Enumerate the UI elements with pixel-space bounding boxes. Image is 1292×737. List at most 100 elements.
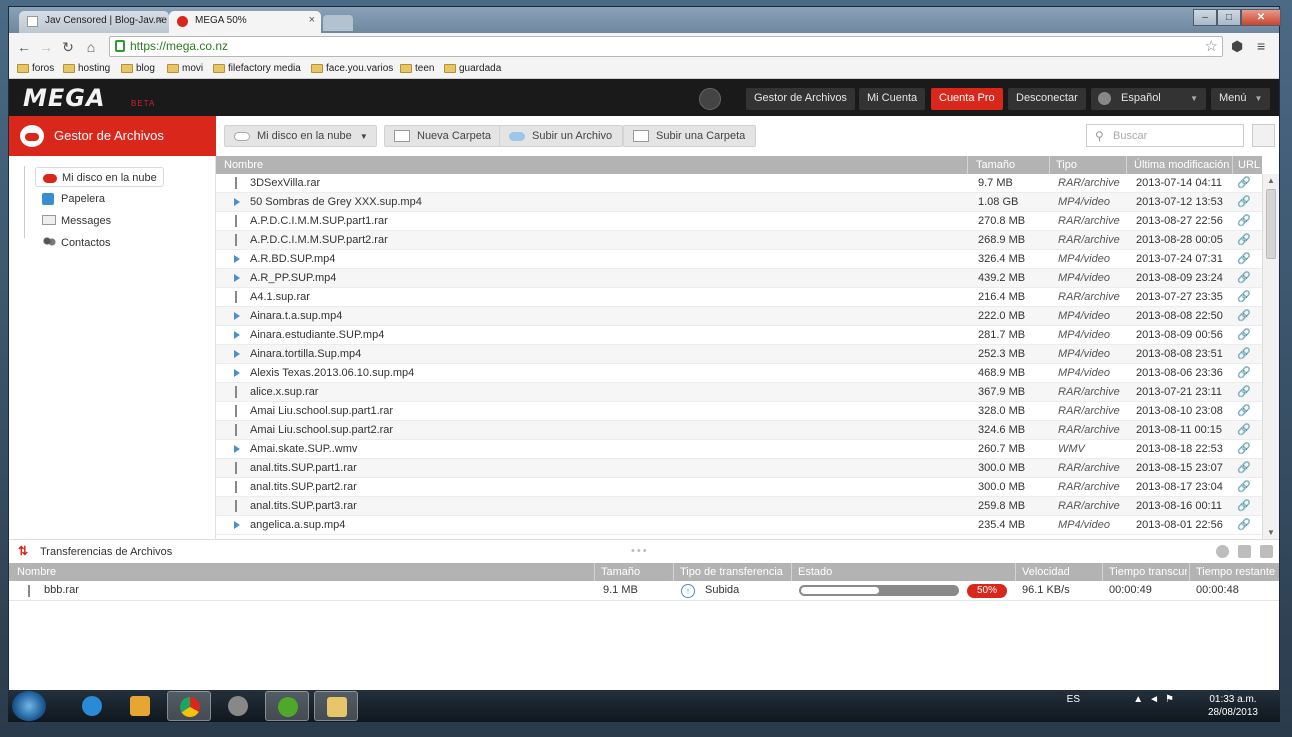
clock[interactable]: 01:33 a.m. 28/08/2013 <box>1208 693 1258 719</box>
mega-logo[interactable]: MEGA <box>23 84 106 112</box>
bookmark-movi[interactable]: movi <box>165 63 203 74</box>
file-row[interactable]: 3DSexVilla.rar 9.7 MB RAR/archive 2013-07-1… <box>216 174 1262 193</box>
column-type[interactable]: Tipo <box>1056 159 1077 171</box>
bookmark-foros[interactable]: foros <box>15 63 54 74</box>
settings-gear-icon[interactable] <box>1238 545 1251 558</box>
file-manager-button[interactable]: Gestor de Archivos <box>746 88 855 110</box>
link-icon[interactable]: 🔗 <box>1237 442 1251 455</box>
extension-icon[interactable]: ⬢ <box>1231 38 1243 55</box>
sidebar-item-contacts[interactable]: Contactos <box>35 233 117 253</box>
column-name[interactable]: Nombre <box>17 566 56 578</box>
bookmark-teen[interactable]: teen <box>398 63 434 74</box>
maximize-button[interactable]: □ <box>1217 9 1241 26</box>
link-icon[interactable]: 🔗 <box>1237 271 1251 284</box>
close-tab-icon[interactable]: × <box>309 14 315 26</box>
link-icon[interactable]: 🔗 <box>1237 290 1251 303</box>
taskbar-explorer[interactable] <box>314 691 358 721</box>
column-elapsed[interactable]: Tiempo transcurr <box>1109 566 1187 578</box>
taskbar-ie[interactable] <box>70 691 114 721</box>
language-select[interactable]: Español ▼ <box>1091 88 1206 110</box>
start-button[interactable] <box>12 691 46 721</box>
column-size[interactable]: Tamaño <box>601 566 640 578</box>
link-icon[interactable]: 🔗 <box>1237 347 1251 360</box>
address-bar[interactable]: https://mega.co.nz ☆ <box>109 36 1223 57</box>
upload-file-button[interactable]: Subir un Archivo <box>499 125 624 147</box>
logout-button[interactable]: Desconectar <box>1008 88 1086 110</box>
link-icon[interactable]: 🔗 <box>1237 499 1251 512</box>
back-button[interactable]: ← <box>15 38 33 56</box>
column-speed[interactable]: Velocidad <box>1022 566 1070 578</box>
bookmark-guardada[interactable]: guardada <box>442 63 501 74</box>
cloud-drive-dropdown[interactable]: Mi disco en la nube ▼ <box>224 125 377 147</box>
column-remaining[interactable]: Tiempo restante <box>1196 566 1275 578</box>
file-row[interactable]: anal.tits.SUP.part1.rar 300.0 MB RAR/archi… <box>216 459 1262 478</box>
link-icon[interactable]: 🔗 <box>1237 518 1251 531</box>
sidebar-item-trash[interactable]: Papelera <box>35 189 111 209</box>
reload-button[interactable]: ↻ <box>59 38 77 56</box>
new-folder-button[interactable]: Nueva Carpeta <box>384 125 502 147</box>
file-row[interactable]: A.R.BD.SUP.mp4 326.4 MB MP4/video 2013-07-2… <box>216 250 1262 269</box>
scroll-down-icon[interactable]: ▼ <box>1267 528 1275 537</box>
link-icon[interactable]: 🔗 <box>1237 366 1251 379</box>
file-row[interactable]: Amai Liu.school.sup.part2.rar 324.6 MB RAR… <box>216 421 1262 440</box>
bookmark-star-icon[interactable]: ☆ <box>1205 37 1218 55</box>
grid-view-toggle-icon[interactable] <box>1252 124 1275 147</box>
scrollbar[interactable]: ▲ ▼ <box>1262 174 1279 539</box>
my-account-button[interactable]: Mi Cuenta <box>859 88 926 110</box>
file-row[interactable]: 50 Sombras de Grey XXX.sup.mp4 1.08 GB MP4… <box>216 193 1262 212</box>
file-row[interactable]: A.P.D.C.I.M.M.SUP.part1.rar 270.8 MB RAR/a… <box>216 212 1262 231</box>
scroll-up-icon[interactable]: ▲ <box>1267 176 1275 185</box>
sidebar-item-messages[interactable]: Messages <box>35 211 117 231</box>
tray-icons[interactable]: ▲◄⚑ <box>1133 694 1180 705</box>
column-transfer-type[interactable]: Tipo de transferencia <box>680 566 783 578</box>
link-icon[interactable]: 🔗 <box>1237 214 1251 227</box>
transfer-row[interactable]: bbb.rar 9.1 MB ↑ Subida 50% 96.1 KB/s 00… <box>9 581 1279 601</box>
link-icon[interactable]: 🔗 <box>1237 252 1251 265</box>
link-icon[interactable]: 🔗 <box>1237 461 1251 474</box>
file-row[interactable]: Ainara.t.a.sup.mp4 222.0 MB MP4/video 2013-… <box>216 307 1262 326</box>
cloud-status-icon[interactable] <box>699 88 721 110</box>
tab-jav-censored[interactable]: Jav Censored | Blog-Jav.ne × <box>19 11 169 33</box>
pro-account-button[interactable]: Cuenta Pro <box>931 88 1003 110</box>
upload-folder-button[interactable]: Subir una Carpeta <box>623 125 757 147</box>
column-status[interactable]: Estado <box>798 566 832 578</box>
close-tab-icon[interactable]: × <box>157 14 163 26</box>
tab-mega[interactable]: MEGA 50% × <box>169 11 321 33</box>
scroll-thumb[interactable] <box>1266 189 1276 259</box>
search-input[interactable]: ⚲ Buscar <box>1086 124 1244 147</box>
file-row[interactable]: anal.tits.SUP.part3.rar 259.8 MB RAR/archi… <box>216 497 1262 516</box>
menu-icon[interactable]: ≡ <box>1257 38 1265 54</box>
sidebar-item-cloud-drive[interactable]: Mi disco en la nube <box>35 167 164 187</box>
bookmark-blog[interactable]: blog <box>119 63 155 74</box>
collapse-icon[interactable] <box>1260 545 1273 558</box>
forward-button[interactable]: → <box>37 38 55 56</box>
link-icon[interactable]: 🔗 <box>1237 309 1251 322</box>
pause-icon[interactable] <box>1216 545 1229 558</box>
link-icon[interactable]: 🔗 <box>1237 480 1251 493</box>
file-row[interactable]: Ainara.tortilla.Sup.mp4 252.3 MB MP4/video… <box>216 345 1262 364</box>
column-name[interactable]: Nombre <box>224 159 263 171</box>
link-icon[interactable]: 🔗 <box>1237 233 1251 246</box>
link-icon[interactable]: 🔗 <box>1237 404 1251 417</box>
file-row[interactable]: angelica.a.sup.mp4 235.4 MB MP4/video 2013-… <box>216 516 1262 535</box>
file-row[interactable]: A.P.D.C.I.M.M.SUP.part2.rar 268.9 MB RAR/a… <box>216 231 1262 250</box>
file-row[interactable]: Amai Liu.school.sup.part1.rar 328.0 MB RAR… <box>216 402 1262 421</box>
taskbar-movie-maker[interactable] <box>216 691 260 721</box>
bookmark-face-you[interactable]: face.you.varios <box>309 63 393 74</box>
new-tab-button[interactable] <box>323 15 353 31</box>
link-icon[interactable]: 🔗 <box>1237 195 1251 208</box>
file-row[interactable]: A.R_PP.SUP.mp4 439.2 MB MP4/video 2013-08-0… <box>216 269 1262 288</box>
taskbar-media[interactable] <box>118 691 162 721</box>
language-indicator[interactable]: ES <box>1067 694 1080 705</box>
minimize-button[interactable]: – <box>1193 9 1217 26</box>
file-row[interactable]: Alexis Texas.2013.06.10.sup.mp4 468.9 MB M… <box>216 364 1262 383</box>
resize-handle[interactable]: ••• <box>631 545 649 557</box>
link-icon[interactable]: 🔗 <box>1237 423 1251 436</box>
home-button[interactable]: ⌂ <box>82 38 100 56</box>
file-row[interactable]: alice.x.sup.rar 367.9 MB RAR/archive 2013-0… <box>216 383 1262 402</box>
close-window-button[interactable]: ✕ <box>1241 9 1281 26</box>
taskbar-app[interactable] <box>265 691 309 721</box>
file-row[interactable]: A4.1.sup.rar 216.4 MB RAR/archive 2013-07-2… <box>216 288 1262 307</box>
taskbar-chrome[interactable] <box>167 691 211 721</box>
file-row[interactable]: anal.tits.SUP.part2.rar 300.0 MB RAR/archi… <box>216 478 1262 497</box>
